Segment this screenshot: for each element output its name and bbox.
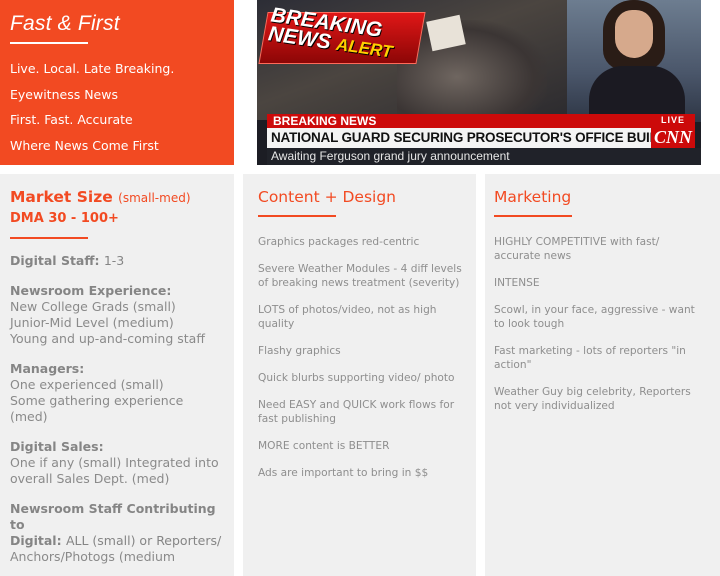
managers-line: (med) <box>10 409 48 424</box>
newsroom-experience-group: Newsroom Experience: New College Grads (… <box>10 283 224 347</box>
newsroom-experience-label: Newsroom Experience: <box>10 283 172 298</box>
market-size-note: (small-med) <box>118 191 191 205</box>
staff-contributing-line: Anchors/Photogs (medium <box>10 549 176 564</box>
list-item: Fast marketing - lots of reporters "in a… <box>494 345 686 371</box>
managers-line: One experienced (small) <box>10 377 164 392</box>
staff-contributing-group: Newsroom Staff Contributing to Digital: … <box>10 501 224 565</box>
digital-staff-label: Digital Staff: <box>10 253 100 268</box>
digital-sales-line: One if any (small) Integrated into <box>10 455 219 470</box>
hero-block: Fast & First Live. Local. Late Breaking.… <box>0 0 234 165</box>
content-design-heading: Content + Design <box>258 188 397 206</box>
staff-contributing-label: Newsroom Staff Contributing to <box>10 501 216 532</box>
list-item: Need EASY and QUICK work flows for fast … <box>258 399 455 425</box>
newsroom-experience-line: Junior-Mid Level (medium) <box>10 315 174 330</box>
list-item: Scowl, in your face, aggressive - want t… <box>494 304 695 330</box>
newsroom-experience-line: Young and up-and-coming staff <box>10 331 205 346</box>
marketing-panel: Marketing HIGHLY COMPETITIVE with fast/ … <box>485 174 720 576</box>
list-item: Ads are important to bring in $$ <box>258 467 429 479</box>
market-size-title: Market Size <box>10 188 113 206</box>
list-item: HIGHLY COMPETITIVE with fast/ accurate n… <box>494 236 660 262</box>
digital-sales-group: Digital Sales: One if any (small) Integr… <box>10 439 224 487</box>
list-item: Quick blurbs supporting video/ photo <box>258 372 455 384</box>
list-item: MORE content is BETTER <box>258 440 390 452</box>
list-item: INTENSE <box>494 277 540 289</box>
list-item: LOTS of photos/video, not as high qualit… <box>258 304 437 330</box>
hero-divider <box>10 42 88 44</box>
network-logo: CNN <box>651 126 695 148</box>
headline-text: NATIONAL GUARD SECURING PROSECUTOR'S OFF… <box>271 130 691 145</box>
digital-sales-label: Digital Sales: <box>10 439 104 454</box>
managers-label: Managers: <box>10 361 85 376</box>
hero-tagline-4: Where News Come First <box>10 137 159 153</box>
hero-tagline-2: Eyewitness News <box>10 86 118 102</box>
market-size-heading: Market Size (small-med) <box>10 188 224 207</box>
hero-tagline-3: First. Fast. Accurate <box>10 112 133 127</box>
digital-staff-group: Digital Staff: 1-3 <box>10 253 224 269</box>
list-item: Severe Weather Modules - 4 diff levels o… <box>258 263 462 289</box>
list-item: Weather Guy big celebrity, Reporters not… <box>494 386 691 412</box>
list-item: Flashy graphics <box>258 345 341 357</box>
staff-contributing-label-2: Digital: <box>10 533 62 548</box>
managers-line: Some gathering experience <box>10 393 184 408</box>
hero-title: Fast & First <box>10 12 120 35</box>
marketing-divider <box>494 215 572 217</box>
market-size-panel: Market Size (small-med) DMA 30 - 100+ Di… <box>0 174 234 576</box>
newsroom-experience-line: New College Grads (small) <box>10 299 176 314</box>
subline-text: Awaiting Ferguson grand jury announcemen… <box>271 149 510 163</box>
marketing-heading: Marketing <box>494 188 572 206</box>
list-item: Graphics packages red-centric <box>258 236 420 248</box>
content-design-panel: Content + Design Graphics packages red-c… <box>243 174 476 576</box>
market-divider <box>10 237 88 239</box>
live-badge: LIVE <box>651 114 695 126</box>
digital-sales-line: overall Sales Dept. (med) <box>10 471 170 486</box>
hero-tagline-1: Live. Local. Late Breaking. <box>10 61 175 76</box>
managers-group: Managers: One experienced (small) Some g… <box>10 361 224 425</box>
news-broadcast-image: BREAKING NEWS ALERT BREAKING NEWS NATION… <box>257 0 701 165</box>
content-divider <box>258 215 336 217</box>
staff-contributing-value: ALL (small) or Reporters/ <box>65 533 222 548</box>
anchor-face <box>615 10 653 58</box>
dma-range: DMA 30 - 100+ <box>10 211 119 226</box>
breaking-news-bar-text: BREAKING NEWS <box>273 114 377 128</box>
digital-staff-value: 1-3 <box>103 253 125 268</box>
